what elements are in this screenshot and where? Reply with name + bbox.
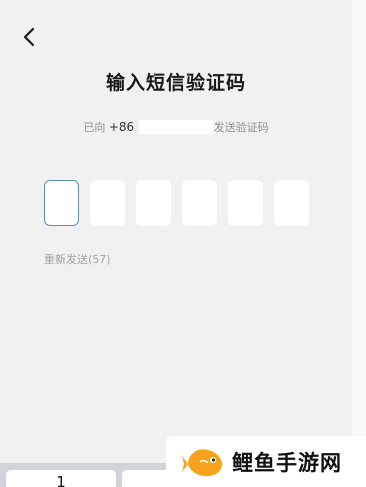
- fish-logo-icon: [182, 448, 222, 476]
- sms-notice-prefix: 已向: [83, 121, 106, 134]
- resend-countdown[interactable]: 重新发送(57): [44, 251, 111, 267]
- key-1[interactable]: 1: [6, 470, 116, 487]
- watermark-text: 鲤鱼手游网: [232, 450, 342, 475]
- code-digit-6[interactable]: [274, 180, 309, 226]
- right-edge-strip: [352, 0, 366, 487]
- code-digit-3[interactable]: [136, 180, 171, 226]
- code-digit-5[interactable]: [228, 180, 263, 226]
- country-code: +86: [108, 120, 135, 134]
- chevron-left-icon: [23, 27, 35, 47]
- masked-phone-number: [138, 120, 213, 134]
- code-input-group: [44, 180, 309, 226]
- sms-notice: 已向 +86 发送验证码: [0, 119, 352, 135]
- watermark-banner: 鲤鱼手游网: [166, 436, 366, 487]
- sms-notice-suffix: 发送验证码: [213, 121, 269, 134]
- code-digit-4[interactable]: [182, 180, 217, 226]
- sms-verification-screen: 输入短信验证码 已向 +86 发送验证码 重新发送(57) 1 鲤鱼手游网: [0, 0, 366, 487]
- code-digit-1[interactable]: [44, 180, 79, 226]
- page-title: 输入短信验证码: [105, 72, 246, 94]
- back-button[interactable]: [14, 22, 44, 52]
- code-digit-2[interactable]: [90, 180, 125, 226]
